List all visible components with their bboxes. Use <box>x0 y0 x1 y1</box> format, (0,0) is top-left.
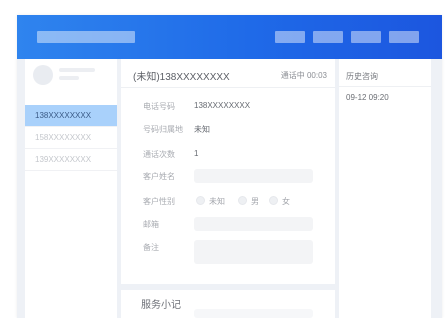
gender-option-unknown: 未知 <box>209 197 225 206</box>
nav-item-1[interactable] <box>275 31 305 43</box>
call-detail-panel: (未知)138XXXXXXXX 通话中 00:03 电话号码 138XXXXXX… <box>121 59 335 318</box>
agent-status-placeholder <box>59 76 79 80</box>
history-item[interactable]: 09-12 09:20 <box>346 93 389 102</box>
avatar <box>33 65 53 85</box>
divider-line <box>339 86 431 87</box>
nav-item-3[interactable] <box>351 31 381 43</box>
call-count-label: 通话次数 <box>143 150 175 159</box>
gender-radio-male[interactable] <box>238 196 247 205</box>
call-status: 通话中 00:03 <box>280 71 327 80</box>
service-note-field[interactable] <box>194 309 313 318</box>
caller-title: (未知)138XXXXXXXX <box>133 72 230 83</box>
nav-item-2[interactable] <box>313 31 343 43</box>
call-count-value: 1 <box>194 149 199 158</box>
call-list-panel: 138XXXXXXXX 158XXXXXXXX 139XXXXXXXX <box>25 59 117 318</box>
divider-line <box>121 87 335 88</box>
call-list-item[interactable]: 138XXXXXXXX <box>25 105 117 127</box>
gender-radio-unknown[interactable] <box>196 196 205 205</box>
app-window: 138XXXXXXXX 158XXXXXXXX 139XXXXXXXX (未知)… <box>17 15 442 318</box>
call-list-item[interactable]: 158XXXXXXXX <box>25 127 117 149</box>
customer-gender-label: 客户性别 <box>143 197 175 206</box>
location-value: 未知 <box>194 125 210 134</box>
phone-value: 138XXXXXXXX <box>194 101 251 110</box>
gender-option-male: 男 <box>251 197 259 206</box>
call-list-item[interactable]: 139XXXXXXXX <box>25 149 117 171</box>
gender-radio-female[interactable] <box>269 196 278 205</box>
customer-name-input[interactable] <box>194 169 313 183</box>
history-title: 历史咨询 <box>346 72 378 81</box>
section-divider <box>121 284 335 290</box>
logo-placeholder <box>37 31 135 43</box>
agent-name-placeholder <box>59 68 95 72</box>
phone-label: 电话号码 <box>143 102 175 111</box>
location-label: 号码归属地 <box>143 125 183 134</box>
note-label: 备注 <box>143 243 159 252</box>
customer-name-label: 客户姓名 <box>143 172 175 181</box>
email-label: 邮箱 <box>143 220 159 229</box>
service-note-title: 服务小记 <box>141 300 181 311</box>
top-header <box>17 15 442 59</box>
nav-item-4[interactable] <box>389 31 419 43</box>
email-input[interactable] <box>194 217 313 231</box>
note-textarea[interactable] <box>194 240 313 264</box>
history-panel: 历史咨询 09-12 09:20 <box>339 59 431 318</box>
gender-option-female: 女 <box>282 197 290 206</box>
